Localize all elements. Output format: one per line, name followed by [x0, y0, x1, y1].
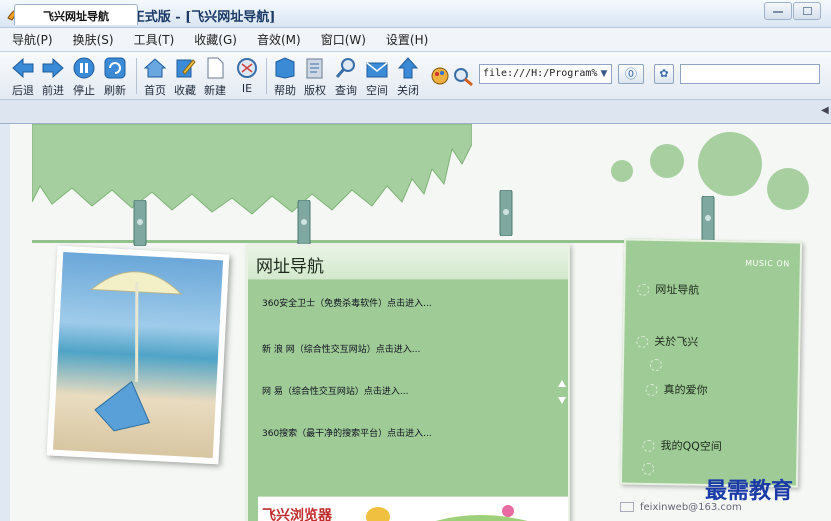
menu-favorites[interactable]: 收藏(G) — [194, 31, 237, 48]
menu-skin[interactable]: 换肤(S) — [73, 31, 114, 48]
back-arrow-icon — [12, 57, 34, 79]
link-sina[interactable]: 新 浪 网（综合性交互网站）点击进入... — [262, 342, 420, 355]
ring-icon — [642, 462, 655, 476]
skin-palette-icon[interactable] — [430, 66, 450, 86]
home-button[interactable]: 首页 — [140, 56, 170, 98]
deco-circle — [767, 168, 809, 210]
nav-title: 网址导航 — [256, 257, 324, 277]
grass-decoration — [32, 124, 472, 215]
clothespin-icon — [701, 196, 715, 242]
ring-icon — [636, 335, 649, 348]
ie-button[interactable]: IE — [232, 56, 262, 95]
close-page-button[interactable]: 关闭 — [393, 56, 423, 98]
chevron-down-icon[interactable]: ▼ — [597, 65, 611, 83]
menu-sound[interactable]: 音效(M) — [257, 31, 301, 48]
nav-card: 网址导航 360安全卫士（免费杀毒软件）点击进入... 新 浪 网（综合性交互网… — [246, 244, 570, 521]
forward-arrow-icon — [42, 57, 64, 79]
beach-photo — [46, 245, 230, 465]
envelope-icon — [620, 502, 634, 512]
bookmark-icon — [176, 59, 196, 78]
menu-bar: 导航(P) 换肤(S) 工具(T) 收藏(G) 音效(M) 窗口(W) 设置(H… — [0, 28, 831, 52]
umbrella-chair-illustration — [90, 271, 183, 432]
address-bar[interactable]: file:///H:/Program% — [479, 64, 612, 84]
go-button[interactable]: ⓪ — [618, 64, 644, 84]
stop-button[interactable]: 停止 — [69, 56, 99, 98]
toolbar-separator — [136, 58, 137, 94]
deco-circle — [650, 144, 684, 178]
help-button[interactable]: 帮助 — [270, 56, 300, 98]
search-input[interactable] — [680, 64, 820, 84]
music-on-badge[interactable]: MUSIC ON — [745, 259, 790, 269]
link-360-search[interactable]: 360搜索（最干净的搜索平台）点击进入... — [262, 426, 432, 439]
tab-scroll-icon[interactable]: ◀ — [821, 105, 829, 116]
menu-window[interactable]: 窗口(W) — [321, 31, 366, 48]
forward-button[interactable]: 前进 — [38, 56, 68, 98]
browser-banner[interactable]: 飞兴浏览器 — [258, 496, 568, 521]
ring-icon — [649, 358, 663, 372]
clothesline — [32, 240, 627, 243]
help-icon — [275, 57, 295, 79]
nav-card-header: 网址导航 — [248, 246, 568, 280]
deco-circle — [698, 132, 762, 196]
banner-text: 飞兴浏览器 — [262, 508, 332, 521]
ring-icon — [637, 283, 650, 296]
side-item-nav[interactable]: 网址导航 — [637, 281, 699, 298]
close-up-icon — [397, 57, 419, 79]
search-icon — [335, 58, 355, 78]
menu-tools[interactable]: 工具(T) — [134, 31, 175, 48]
side-menu-card: MUSIC ON 网址导航 关於飞兴 真的爱你 我的QQ空间 — [619, 238, 803, 488]
tab-navigation[interactable]: 飞兴网址导航 — [14, 4, 138, 25]
clothespin-icon — [133, 200, 147, 246]
web-page: 网址导航 360安全卫士（免费杀毒软件）点击进入... 新 浪 网（综合性交互网… — [10, 124, 831, 521]
space-button[interactable]: 空间 — [362, 56, 392, 98]
clothespin-icon — [499, 190, 513, 236]
ie-icon — [237, 58, 257, 78]
home-icon — [143, 58, 167, 78]
side-item-about[interactable]: 关於飞兴 — [636, 333, 698, 350]
mail-icon — [366, 62, 388, 78]
clothespin-icon — [297, 200, 311, 246]
paw-search-icon[interactable]: ✿ — [654, 64, 674, 84]
side-item-love[interactable]: 真的爱你 — [645, 381, 708, 398]
favorites-button[interactable]: 收藏 — [170, 56, 200, 98]
banner-cartoon-icon — [366, 505, 528, 521]
watermark: 最需教育 — [705, 478, 794, 504]
deco-circle — [611, 160, 633, 182]
menu-settings[interactable]: 设置(H) — [386, 31, 428, 48]
ring-icon — [645, 383, 658, 397]
stop-icon — [73, 57, 95, 79]
new-page-icon — [207, 57, 224, 79]
toolbar-separator — [266, 58, 267, 94]
link-netease[interactable]: 网 易（综合性交互网站）点击进入... — [262, 384, 408, 397]
side-item-qq[interactable]: 我的QQ空间 — [642, 437, 722, 454]
minimize-button[interactable] — [764, 2, 792, 20]
menu-navigate[interactable]: 导航(P) — [12, 31, 53, 48]
copyright-icon — [306, 58, 323, 79]
zoom-search-icon[interactable] — [452, 66, 474, 86]
new-page-button[interactable]: 新建 — [200, 56, 230, 98]
refresh-button[interactable]: 刷新 — [100, 56, 130, 98]
tab-strip — [0, 100, 831, 124]
refresh-icon — [104, 57, 126, 79]
link-360-safe[interactable]: 360安全卫士（免费杀毒软件）点击进入... — [262, 296, 432, 309]
maximize-button[interactable] — [793, 2, 821, 20]
scroll-arrows-icon[interactable] — [557, 378, 567, 406]
back-button[interactable]: 后退 — [8, 56, 38, 98]
query-button[interactable]: 查询 — [331, 56, 361, 98]
copyright-button[interactable]: 版权 — [300, 56, 330, 98]
ring-icon — [642, 439, 655, 453]
